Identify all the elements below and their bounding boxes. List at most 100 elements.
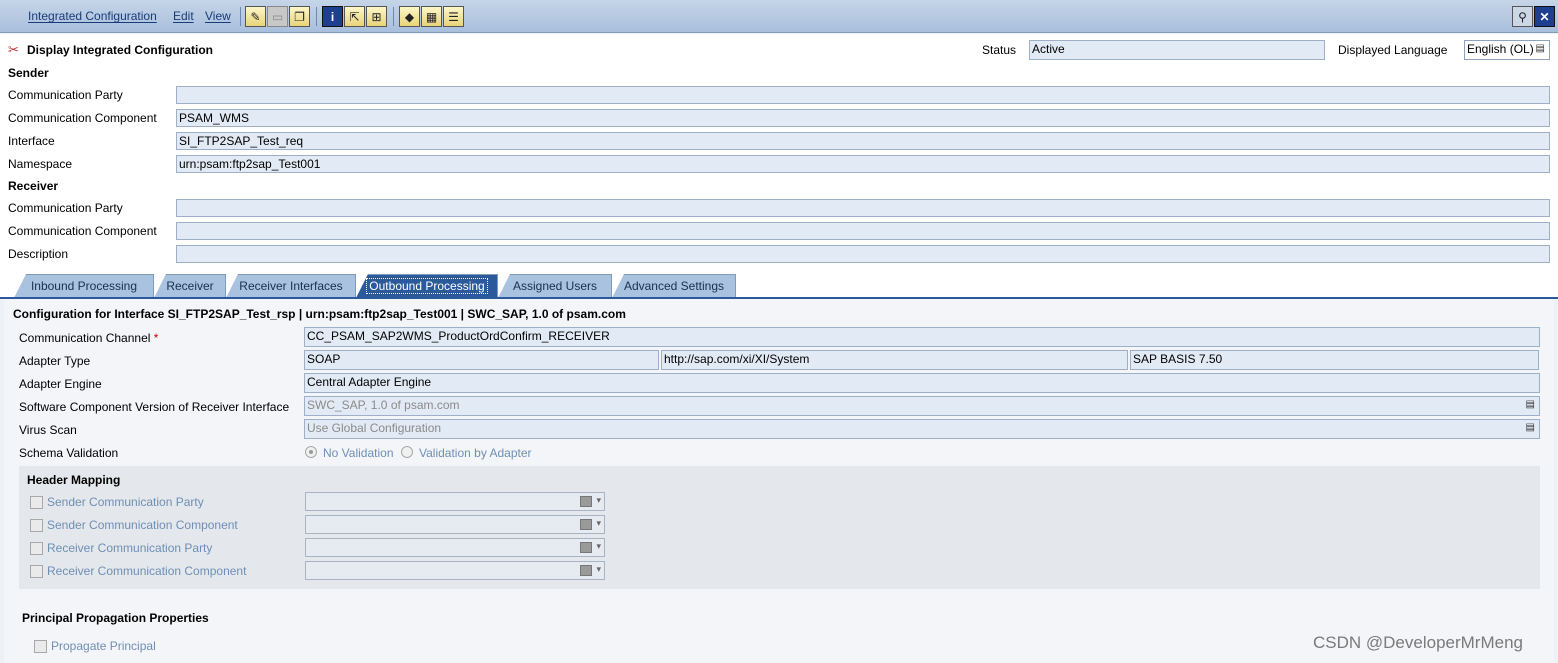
check-icon[interactable]: ◆ [399, 6, 420, 27]
pin-icon[interactable]: ⚲ [1512, 6, 1533, 27]
tab-receiver-interfaces[interactable]: Receiver Interfaces [226, 274, 356, 298]
receiver-party-label: Communication Party [8, 201, 123, 215]
description-label: Description [8, 247, 69, 261]
menu-integrated-configuration[interactable]: Integrated Configuration [28, 9, 157, 23]
sender-party-checkbox[interactable] [30, 496, 43, 509]
status-field: Active [1029, 40, 1325, 60]
tab-label: Receiver Interfaces [239, 279, 343, 293]
copy-icon[interactable]: ❐ [289, 6, 310, 27]
receiver-heading: Receiver [8, 179, 59, 193]
chevron-down-icon[interactable]: ▾ [596, 518, 601, 529]
description-field[interactable] [176, 245, 1550, 263]
header-mapping-group [19, 466, 1540, 589]
navigate-icon[interactable]: ⇱ [344, 6, 365, 27]
validation-by-adapter-label: Validation by Adapter [419, 446, 532, 460]
swcv-label: Software Component Version of Receiver I… [19, 400, 290, 414]
hm-sender-party-field[interactable]: ▾ [305, 492, 605, 511]
table-icon[interactable]: ▦ [421, 6, 442, 27]
value-help-icon[interactable]: ▤ [1526, 399, 1535, 410]
tab-label: Receiver [166, 279, 214, 293]
swcv-field[interactable]: SWC_SAP, 1.0 of psam.com ▤ [304, 396, 1540, 416]
engine-field[interactable]: Central Adapter Engine [304, 373, 1540, 393]
dropdown-icon: ▤ [1535, 43, 1545, 54]
language-select[interactable]: English (OL) ▤ [1464, 40, 1550, 60]
adapter-type-field: SOAP [304, 350, 659, 370]
engine-label: Adapter Engine [19, 377, 102, 391]
receiver-party-field[interactable] [176, 199, 1550, 217]
adapter-version-field: SAP BASIS 7.50 [1130, 350, 1539, 370]
language-value: English (OL) [1467, 42, 1534, 56]
menu-edit[interactable]: Edit [173, 9, 194, 23]
tab-advanced-settings[interactable]: Advanced Settings [612, 274, 736, 298]
header-mapping-title: Header Mapping [27, 473, 121, 487]
sender-party-label: Communication Party [8, 88, 123, 102]
tab-inbound-processing[interactable]: Inbound Processing [14, 274, 154, 298]
required-mark: * [153, 331, 159, 345]
receiver-component-checkbox[interactable] [30, 565, 43, 578]
receiver-party-checkbox[interactable] [30, 542, 43, 555]
save-icon[interactable]: ▭ [267, 6, 288, 27]
copy-icon [580, 565, 592, 576]
receiver-component-field[interactable] [176, 222, 1550, 240]
copy-icon [580, 496, 592, 507]
no-validation-radio[interactable] [305, 446, 317, 458]
sender-heading: Sender [8, 66, 49, 80]
where-used-icon[interactable]: ⊞ [366, 6, 387, 27]
toolbar-separator [316, 7, 317, 26]
sender-namespace-label: Namespace [8, 157, 73, 171]
tab-outbound-processing[interactable]: Outbound Processing [356, 274, 498, 298]
close-window-icon[interactable]: ✕ [1534, 6, 1555, 27]
display-icon: ✂ [8, 42, 19, 57]
hm-sender-party-label: Sender Communication Party [47, 495, 204, 509]
validation-by-adapter-radio[interactable] [401, 446, 413, 458]
watermark: CSDN @DeveloperMrMeng [1313, 633, 1523, 652]
doc-icon[interactable]: ☰ [443, 6, 464, 27]
menu-bar: Integrated Configuration Edit View ✎ ▭ ❐… [0, 0, 1558, 33]
hm-receiver-party-field[interactable]: ▾ [305, 538, 605, 557]
copy-icon [580, 519, 592, 530]
sender-interface-field[interactable]: SI_FTP2SAP_Test_req [176, 132, 1550, 150]
channel-field[interactable]: CC_PSAM_SAP2WMS_ProductOrdConfirm_RECEIV… [304, 327, 1540, 347]
menu-view[interactable]: View [205, 9, 231, 23]
chevron-down-icon[interactable]: ▾ [596, 495, 601, 506]
channel-label-text: Communication Channel [19, 331, 151, 345]
sender-interface-label: Interface [8, 134, 55, 148]
info-icon[interactable]: i [322, 6, 343, 27]
copy-icon [580, 542, 592, 553]
tab-label: Advanced Settings [623, 279, 725, 293]
virus-label: Virus Scan [19, 423, 77, 437]
status-label: Status [982, 43, 1017, 57]
receiver-component-label: Communication Component [8, 224, 157, 238]
sender-component-checkbox[interactable] [30, 519, 43, 532]
hm-sender-component-label: Sender Communication Component [47, 518, 238, 532]
adapter-namespace-field: http://sap.com/xi/XI/System [661, 350, 1128, 370]
hm-receiver-component-field[interactable]: ▾ [305, 561, 605, 580]
value-help-icon[interactable]: ▤ [1526, 422, 1535, 433]
hm-sender-component-field[interactable]: ▾ [305, 515, 605, 534]
chevron-down-icon[interactable]: ▾ [596, 541, 601, 552]
tab-label: Outbound Processing [366, 278, 488, 294]
sender-namespace-field[interactable]: urn:psam:ftp2sap_Test001 [176, 155, 1550, 173]
chevron-down-icon[interactable]: ▾ [596, 564, 601, 575]
tab-label: Assigned Users [512, 279, 598, 293]
sender-party-field[interactable] [176, 86, 1550, 104]
principal-title: Principal Propagation Properties [22, 611, 209, 625]
channel-label: Communication Channel * [19, 331, 158, 345]
edit-pencil-icon[interactable]: ✎ [245, 6, 266, 27]
schema-label: Schema Validation [19, 446, 119, 460]
hm-receiver-party-label: Receiver Communication Party [47, 541, 213, 555]
language-label: Displayed Language [1338, 43, 1448, 57]
propagate-principal-checkbox[interactable] [34, 640, 47, 653]
tab-assigned-users[interactable]: Assigned Users [498, 274, 612, 298]
swcv-value: SWC_SAP, 1.0 of psam.com [307, 398, 460, 412]
sender-component-field[interactable]: PSAM_WMS [176, 109, 1550, 127]
toolbar-separator [393, 7, 394, 26]
outbound-heading: Configuration for Interface SI_FTP2SAP_T… [13, 307, 626, 321]
tab-label: Inbound Processing [30, 279, 138, 293]
tab-receiver[interactable]: Receiver [154, 274, 226, 298]
header-panel: ✂ Display Integrated Configuration Statu… [0, 34, 1558, 299]
hm-receiver-component-label: Receiver Communication Component [47, 564, 247, 578]
tab-strip: Inbound Processing Receiver Receiver Int… [0, 274, 1558, 298]
adapter-type-label: Adapter Type [19, 354, 91, 368]
virus-field[interactable]: Use Global Configuration ▤ [304, 419, 1540, 439]
